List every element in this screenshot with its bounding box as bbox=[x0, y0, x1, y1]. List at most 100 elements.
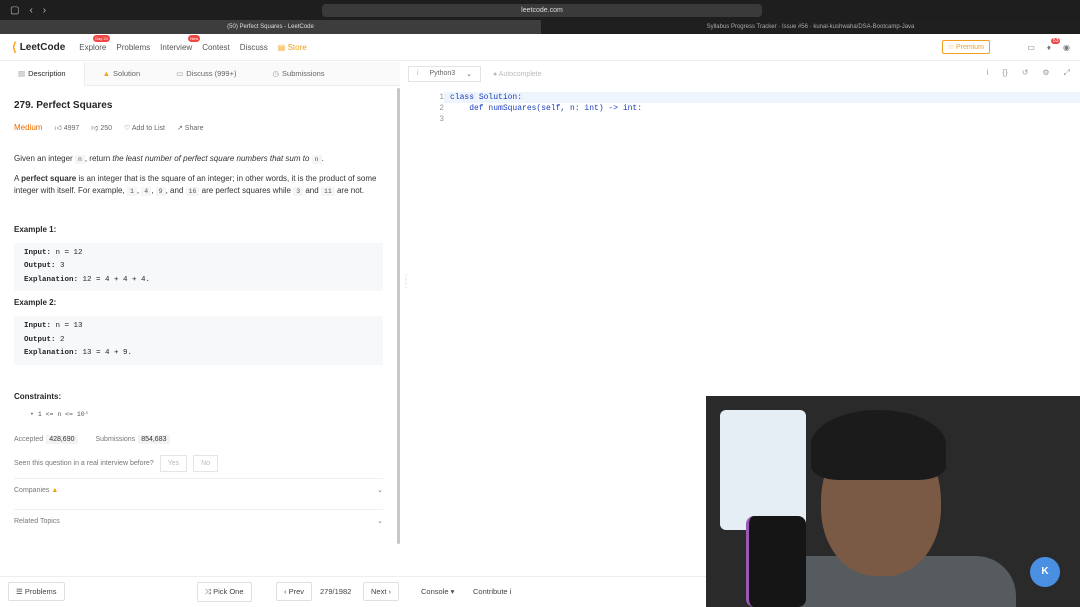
back-icon[interactable]: ‹ bbox=[29, 5, 32, 16]
leetcode-logo-icon: ⟨ bbox=[12, 40, 17, 54]
autocomplete-toggle[interactable]: ● Autocomplete bbox=[493, 71, 542, 78]
browser-tab-active[interactable]: (50) Perfect Squares - LeetCode bbox=[0, 20, 541, 34]
nav-explore[interactable]: Explore Day 24 bbox=[79, 34, 110, 52]
line-number: 1 bbox=[439, 93, 444, 102]
example2-input: n = 13 bbox=[51, 322, 83, 331]
p1-code: n bbox=[74, 154, 85, 164]
language-select[interactable]: i Python3 ⌄ bbox=[408, 66, 481, 82]
heart-icon: ♡ bbox=[124, 124, 132, 132]
nav-store[interactable]: ▤ Store bbox=[278, 43, 307, 52]
yes-button[interactable]: Yes bbox=[159, 455, 188, 473]
problem-tabs: ▤ Description ▲ Solution ▭ Discuss (999+) ◷… bbox=[0, 61, 400, 86]
tab-discuss[interactable]: ▭ Discuss (999+) bbox=[158, 62, 254, 86]
problems-list-button[interactable]: ☰ Problems bbox=[8, 582, 65, 601]
settings-icon[interactable]: ⚙ bbox=[1042, 68, 1049, 78]
avatar-icon[interactable]: ◉ bbox=[1063, 43, 1070, 52]
prev-button[interactable]: ‹ Prev bbox=[276, 582, 313, 601]
accepted-value: 428,690 bbox=[46, 434, 78, 444]
code-text: numSquares(self, n: int) -> int: bbox=[483, 104, 643, 113]
forward-icon[interactable]: › bbox=[43, 5, 46, 16]
panel-resize-handle[interactable]: ⋮ ⋮ ⋮ bbox=[403, 275, 409, 306]
premium-button[interactable]: ☆ Premium bbox=[941, 40, 990, 54]
example2-title: Example 2: bbox=[14, 298, 57, 308]
nav-interview-label: Interview bbox=[160, 42, 193, 52]
info-icon[interactable]: i bbox=[987, 68, 989, 78]
address-bar[interactable]: leetcode.com bbox=[322, 4, 762, 17]
console-label: Console bbox=[421, 587, 449, 596]
are-perfect: are perfect squares while bbox=[199, 186, 294, 196]
line-number: 2 bbox=[439, 104, 444, 113]
share-label: Share bbox=[184, 124, 204, 132]
example2-expl-line: Explanation: 13 = 4 + 9. bbox=[24, 347, 373, 361]
nav-discuss[interactable]: Discuss bbox=[240, 43, 268, 52]
code-1: 1 bbox=[126, 187, 137, 197]
shuffle-icon: ⤨ bbox=[205, 587, 214, 596]
example1-output: 3 bbox=[55, 262, 65, 271]
tab-solution[interactable]: ▲ Solution bbox=[85, 62, 159, 86]
problem-title: 279. Perfect Squares bbox=[14, 100, 113, 111]
notification-count: 53 bbox=[1050, 38, 1061, 44]
premium-label: Premium bbox=[955, 44, 984, 51]
editor-icons: i {} ↺ ⚙ ⤢ bbox=[987, 68, 1070, 78]
accepted-label: Accepted bbox=[14, 435, 44, 443]
line-number: 3 bbox=[439, 115, 444, 124]
pick-one-button[interactable]: ⤨ Pick One bbox=[197, 582, 252, 602]
companies-section[interactable]: Companies ▲ ⌄ bbox=[14, 478, 383, 502]
info-icon: i bbox=[417, 70, 419, 77]
nav-contest[interactable]: Contest bbox=[202, 43, 230, 52]
add-to-list-button[interactable]: ♡ Add to List bbox=[124, 123, 165, 134]
no-button[interactable]: No bbox=[193, 455, 219, 473]
logo-text: LeetCode bbox=[19, 41, 66, 53]
nav-interview[interactable]: Interview New bbox=[160, 34, 201, 52]
problem-description: 279. Perfect Squares Medium 👍︎ 4997 👎︎ 2… bbox=[0, 86, 397, 576]
example1-expl: 12 = 4 + 4 + 4. bbox=[78, 275, 151, 284]
example1-expl-label: Explanation: bbox=[24, 275, 79, 284]
prev-label: Prev bbox=[288, 587, 305, 596]
console-button[interactable]: Console ▾ bbox=[421, 587, 454, 596]
playground-icon[interactable]: ▭ bbox=[1027, 43, 1035, 52]
braces-icon[interactable]: {} bbox=[1002, 68, 1007, 78]
and-2: and bbox=[303, 186, 319, 196]
dislike-button[interactable]: 👎︎ 250 bbox=[91, 123, 112, 134]
description-scrollbar[interactable] bbox=[397, 88, 400, 544]
language-label: Python3 bbox=[429, 70, 456, 77]
info-icon: i bbox=[507, 587, 512, 596]
constraints-title: Constraints: bbox=[14, 391, 62, 401]
contribute-button[interactable]: Contribute i bbox=[473, 587, 511, 596]
tab-description[interactable]: ▤ Description bbox=[0, 61, 85, 86]
example2-output-label: Output: bbox=[24, 335, 56, 344]
next-button[interactable]: Next › bbox=[363, 582, 400, 601]
chevron-down-icon: ⌄ bbox=[377, 517, 383, 525]
sidebar-toggle-icon[interactable]: ▢ bbox=[10, 5, 19, 16]
related-topics-section[interactable]: Related Topics ⌄ bbox=[14, 508, 383, 533]
clock-icon: ◷ bbox=[272, 68, 280, 78]
related-topics-label: Related Topics bbox=[14, 517, 60, 525]
notification-icon[interactable]: ♦ 53 bbox=[1047, 38, 1061, 52]
code-area[interactable]: class Solution: def numSquares(self, n: … bbox=[444, 92, 1080, 125]
add-to-list-label: Add to List bbox=[131, 124, 165, 132]
seen-question: Seen this question in a real interview b… bbox=[14, 455, 383, 473]
top-nav: ⟨ LeetCode Explore Day 24 Problems Intervi… bbox=[0, 34, 1080, 61]
share-button[interactable]: ↗ Share bbox=[177, 123, 204, 134]
browser-tabs: (50) Perfect Squares - LeetCode Syllabus… bbox=[0, 20, 1080, 34]
difficulty-badge: Medium bbox=[14, 123, 43, 132]
example1-box: Input: n = 12 Output: 3 Explanation: 12 … bbox=[14, 242, 383, 292]
like-count: 4997 bbox=[63, 124, 80, 132]
chevron-down-icon: ⌄ bbox=[466, 71, 472, 78]
p1c: the least number of perfect square numbe… bbox=[112, 153, 310, 163]
description-icon: ▤ bbox=[18, 68, 26, 78]
example1-input: n = 12 bbox=[51, 248, 83, 257]
line-numbers: 1 2 3 bbox=[408, 92, 444, 125]
like-button[interactable]: 👍︎ 4997 bbox=[54, 123, 79, 134]
code-text: Solution: bbox=[474, 93, 523, 102]
nav-problems[interactable]: Problems bbox=[116, 43, 150, 52]
tab-submissions[interactable]: ◷ Submissions bbox=[254, 62, 342, 86]
code-line: class Solution: bbox=[444, 92, 1080, 103]
logo[interactable]: ⟨ LeetCode bbox=[12, 40, 65, 54]
fullscreen-icon[interactable]: ⤢ bbox=[1064, 68, 1070, 78]
background-lamp bbox=[720, 410, 806, 530]
lock-icon: ▲ bbox=[102, 68, 111, 78]
p1b: , return bbox=[84, 153, 113, 163]
browser-tab-other[interactable]: Syllabus Progress Tracker · Issue #56 · … bbox=[541, 20, 1080, 34]
reset-icon[interactable]: ↺ bbox=[1022, 68, 1029, 78]
